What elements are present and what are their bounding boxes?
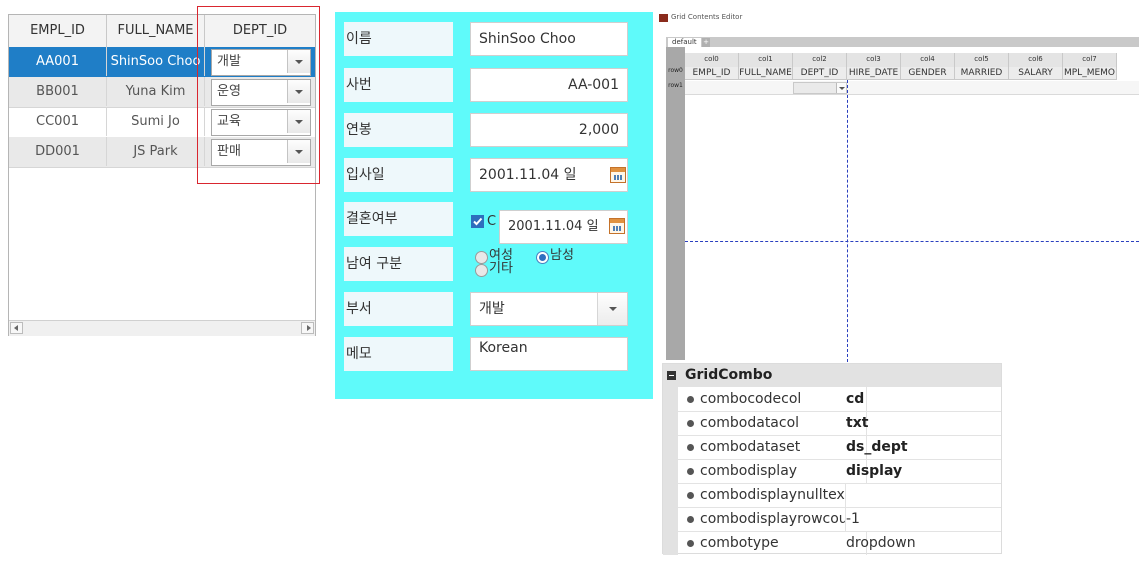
cell-empl-id[interactable]: AA001 [9,47,107,76]
editor-cell[interactable]: GENDER [901,67,955,80]
cell-full-name[interactable]: Yuna Kim [107,77,205,106]
salary-label: 연봉 [344,113,453,147]
hire-date-value: 2001.11.04 일 [479,167,577,183]
column-header[interactable]: col4 [901,53,955,67]
married-checkbox[interactable] [471,215,484,228]
column-header-empl-id[interactable]: EMPL_ID [9,15,107,47]
property-value[interactable]: ds_dept [846,435,908,459]
property-name: combodatacol [678,411,867,435]
hire-date-field[interactable]: 2001.11.04 일 [470,158,628,192]
tab-default[interactable]: default [668,38,701,47]
row-header[interactable]: row0 [666,67,685,74]
dept-label: 부서 [344,292,453,326]
column-header[interactable]: col6 [1009,53,1063,67]
salary-field[interactable]: 2,000 [470,113,628,147]
row-header-column [666,47,685,360]
column-header-row: col0 col1 col2 col3 col4 col5 col6 col7 [685,53,1139,67]
property-value[interactable]: dropdown [846,531,916,555]
scroll-left-icon[interactable] [10,322,23,334]
property-panel: GridCombo combocodecol cd combodatacol t… [662,363,1002,555]
property-row[interactable]: combocodecol cd [663,387,1001,412]
property-name: combodataset [678,435,867,459]
name-label: 이름 [344,22,453,56]
gender-label: 남여 구분 [344,247,453,281]
cell-empl-id[interactable]: CC001 [9,107,107,136]
tab-strip: default + [666,37,1139,47]
property-value[interactable]: display [846,459,902,483]
property-row[interactable]: combodisplayrowcount -1 [663,507,1001,532]
property-value[interactable]: -1 [846,507,860,531]
property-row[interactable]: combodataset ds_dept [663,435,1001,460]
editor-cell[interactable]: HIRE_DATE [847,67,901,80]
radio-female[interactable] [475,251,488,264]
memo-label: 메모 [344,337,453,371]
editor-title: Grid Contents Editor [671,13,743,21]
married-date-value: 2001.11.04 일 [508,219,599,234]
property-value[interactable]: txt [846,411,868,435]
column-header[interactable]: col1 [739,53,793,67]
editor-cell[interactable]: EMPL_ID [685,67,739,80]
property-name: combodisplay [678,459,867,483]
chevron-down-icon[interactable] [836,83,846,93]
calendar-icon[interactable] [609,218,625,234]
property-row[interactable]: combotype dropdown [663,531,1001,555]
radio-other[interactable] [475,264,488,277]
radio-male[interactable] [536,251,549,264]
editor-row-0: EMPL_ID FULL_NAME DEPT_ID HIRE_DATE GEND… [685,67,1139,81]
horizontal-scrollbar[interactable] [9,320,315,336]
cell-full-name[interactable]: Sumi Jo [107,107,205,136]
property-group-title: GridCombo [685,367,773,383]
property-name: combocodecol [678,387,867,411]
empno-label: 사번 [344,68,453,102]
editor-combo-cell[interactable] [793,82,847,94]
guide-line-horizontal [685,241,1139,242]
dept-select[interactable]: 개발 [470,292,628,326]
name-field[interactable]: ShinSoo Choo [470,22,628,56]
married-checkbox-text: C [487,214,497,229]
property-name: combodisplaynulltext [678,483,846,507]
hire-date-label: 입사일 [344,158,453,192]
cell-full-name[interactable]: ShinSoo Choo [107,47,205,76]
property-name: combodisplayrowcount [678,507,846,531]
married-label: 결혼여부 [344,202,453,236]
collapse-icon[interactable] [667,371,676,380]
chevron-down-icon[interactable] [597,293,627,325]
check-icon [473,217,483,226]
radio-other-label: 기타 [489,261,513,276]
editor-cell[interactable]: DEPT_ID [793,67,847,80]
property-group-header[interactable]: GridCombo [663,364,1001,387]
guide-line-vertical [847,80,848,362]
column-header[interactable]: col2 [793,53,847,67]
property-name: combotype [678,531,867,555]
scroll-right-icon[interactable] [301,322,314,334]
memo-field[interactable]: Korean [470,337,628,371]
property-row[interactable]: combodisplaynulltext [663,483,1001,508]
property-value[interactable]: cd [846,387,864,411]
editor-cell[interactable]: FULL_NAME [739,67,793,80]
cell-full-name[interactable]: JS Park [107,137,205,166]
property-row[interactable]: combodisplay display [663,459,1001,484]
married-date-overlay[interactable]: 2001.11.04 일 [499,210,628,244]
radio-male-label: 남성 [550,248,574,263]
column-header[interactable]: col7 [1063,53,1117,67]
column-header[interactable]: col3 [847,53,901,67]
dept-column-highlight [197,6,320,184]
column-header[interactable]: col0 [685,53,739,67]
row-header[interactable]: row1 [666,82,685,89]
cell-empl-id[interactable]: DD001 [9,137,107,166]
property-row[interactable]: combodatacol txt [663,411,1001,436]
add-tab-button[interactable]: + [702,38,710,47]
app-icon [659,14,668,22]
dept-select-value: 개발 [479,301,505,317]
editor-cell[interactable]: SALARY [1009,67,1063,80]
editor-cell[interactable]: MPL_MEMO [1063,67,1117,80]
cell-empl-id[interactable]: BB001 [9,77,107,106]
employee-form: 이름 ShinSoo Choo 사번 AA-001 연봉 2,000 입사일 2… [335,12,653,399]
column-header[interactable]: col5 [955,53,1009,67]
editor-row-1 [685,81,1139,95]
empno-field[interactable]: AA-001 [470,68,628,102]
editor-cell[interactable]: MARRIED [955,67,1009,80]
calendar-icon[interactable] [610,167,626,183]
column-header-full-name[interactable]: FULL_NAME [107,15,205,47]
